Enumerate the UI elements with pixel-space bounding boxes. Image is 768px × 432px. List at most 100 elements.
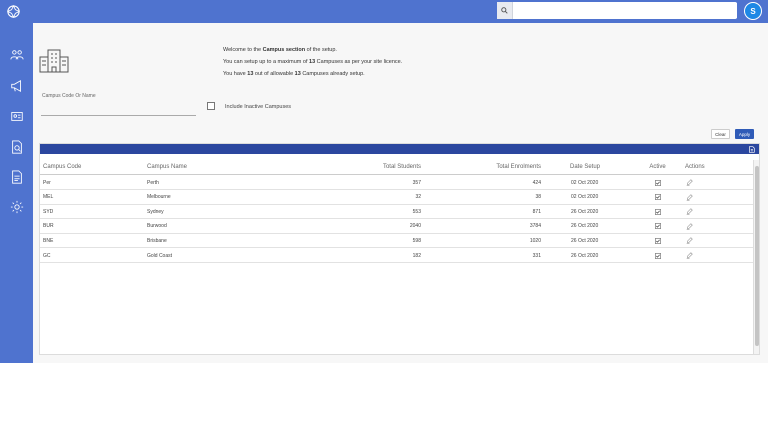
app-logo-icon[interactable] (6, 4, 21, 19)
global-search (497, 2, 737, 19)
cell-campus-name: Sydney (147, 208, 164, 215)
cell-total-students: 182 (412, 252, 421, 259)
export-icon[interactable] (748, 146, 755, 153)
table-row[interactable]: BUR Burwood 2040 3784 26 Oct 2020 (40, 220, 754, 234)
edit-action-icon[interactable] (686, 237, 693, 245)
cell-campus-code: BNE (43, 237, 54, 244)
clear-button[interactable]: Clear (711, 129, 730, 139)
cell-total-enrolments: 331 (532, 252, 541, 259)
table-row[interactable]: BNE Brisbane 598 1020 26 Oct 2020 (40, 234, 754, 249)
page-footer-area (0, 363, 768, 432)
top-bar: S (0, 0, 768, 23)
cell-actions (686, 191, 706, 204)
cell-total-enrolments: 424 (532, 179, 541, 186)
report-icon (11, 169, 22, 184)
building-icon (39, 49, 69, 73)
search-document-icon (11, 139, 22, 154)
edit-action-icon[interactable] (686, 208, 693, 215)
welcome-line-3: You have 13 out of allowable 13 Campuses… (223, 71, 365, 77)
cell-active (640, 249, 675, 262)
include-inactive-checkbox[interactable] (207, 102, 215, 110)
grid-toolbar (40, 144, 759, 154)
cell-campus-code: SYD (43, 208, 54, 215)
main-content: Welcome to the Campus section of the set… (33, 23, 768, 363)
sidebar-item-settings[interactable] (9, 199, 24, 214)
table-row[interactable]: Per Perth 357 424 02 Oct 2020 (40, 176, 754, 190)
cell-active (640, 234, 675, 247)
cell-active (640, 191, 675, 204)
checked-checkbox-icon (654, 208, 661, 215)
col-active[interactable]: Active (640, 160, 675, 174)
cell-actions (686, 249, 706, 262)
grid-scrollbar[interactable] (753, 160, 759, 354)
col-campus-code[interactable]: Campus Code (43, 160, 133, 174)
cell-date-setup: 26 Oct 2020 (571, 208, 599, 215)
cell-date-setup: 26 Oct 2020 (571, 237, 599, 244)
campus-filter-input[interactable] (41, 102, 196, 116)
checked-checkbox-icon (654, 194, 661, 201)
sidebar-item-reports[interactable] (9, 169, 24, 184)
edit-action-icon[interactable] (686, 252, 693, 259)
cell-total-students: 2040 (409, 223, 421, 230)
edit-action-icon[interactable] (686, 223, 693, 230)
sidebar-item-announcements[interactable] (9, 78, 24, 93)
cell-total-students: 32 (415, 194, 421, 201)
cell-campus-code: Per (43, 179, 51, 186)
cell-date-setup: 02 Oct 2020 (571, 179, 599, 186)
cell-actions (686, 176, 706, 189)
checked-checkbox-icon (654, 179, 661, 186)
cell-campus-code: BUR (43, 223, 54, 230)
apply-button[interactable]: Apply (735, 129, 754, 139)
gear-icon (10, 200, 23, 213)
cell-campus-code: MEL (43, 194, 54, 201)
table-row[interactable]: SYD Sydney 553 871 26 Oct 2020 (40, 205, 754, 220)
cell-total-enrolments: 38 (535, 194, 541, 201)
cell-actions (686, 220, 706, 233)
checked-checkbox-icon (654, 252, 661, 259)
id-card-icon (10, 111, 23, 121)
megaphone-icon (10, 79, 21, 92)
col-total-enrolments[interactable]: Total Enrolments (460, 160, 541, 174)
col-campus-name[interactable]: Campus Name (147, 160, 307, 174)
col-total-students[interactable]: Total Students (340, 160, 421, 174)
campus-filter-label: Campus Code Or Name (42, 93, 96, 99)
cell-total-students: 357 (412, 179, 421, 186)
search-input[interactable] (513, 3, 737, 18)
sidebar-item-search-records[interactable] (9, 139, 24, 154)
sidebar-item-users[interactable] (9, 47, 24, 62)
edit-action-icon[interactable] (686, 193, 693, 201)
sidebar-item-identity[interactable] (9, 108, 24, 123)
sidebar (0, 23, 33, 363)
cell-total-students: 598 (412, 237, 421, 244)
cell-actions (686, 205, 706, 218)
col-date-setup[interactable]: Date Setup (570, 160, 640, 174)
checked-checkbox-icon (654, 237, 661, 244)
cell-date-setup: 26 Oct 2020 (571, 252, 599, 259)
cell-campus-name: Gold Coast (147, 252, 173, 259)
cell-active (640, 176, 675, 189)
include-inactive-label: Include Inactive Campuses (225, 104, 292, 110)
cell-campus-name: Perth (147, 179, 159, 186)
campus-grid: Campus Code Campus Name Total Students T… (39, 143, 760, 355)
search-icon (501, 7, 508, 14)
cell-active (640, 205, 675, 218)
cell-actions (686, 234, 706, 247)
welcome-line-1: Welcome to the Campus section of the set… (223, 47, 337, 53)
edit-action-icon[interactable] (686, 179, 693, 186)
grid-header: Campus Code Campus Name Total Students T… (40, 160, 754, 175)
cell-total-enrolments: 871 (532, 208, 541, 215)
table-row[interactable]: GC Gold Coast 182 331 26 Oct 2020 (40, 249, 754, 263)
grid-scrollbar-thumb[interactable] (755, 166, 759, 346)
users-icon (9, 49, 24, 59)
checked-checkbox-icon (654, 223, 661, 230)
cell-date-setup: 02 Oct 2020 (571, 194, 599, 201)
search-button[interactable] (497, 2, 513, 19)
cell-campus-name: Burwood (147, 223, 167, 230)
table-row[interactable]: MEL Melbourne 32 38 02 Oct 2020 (40, 191, 754, 205)
col-actions: Actions (685, 164, 705, 170)
cell-campus-name: Brisbane (147, 237, 167, 244)
cell-active (640, 220, 675, 233)
welcome-line-2: You can setup up to a maximum of 13 Camp… (223, 59, 403, 65)
user-avatar[interactable]: S (744, 2, 762, 20)
cell-total-enrolments: 3784 (529, 223, 541, 230)
